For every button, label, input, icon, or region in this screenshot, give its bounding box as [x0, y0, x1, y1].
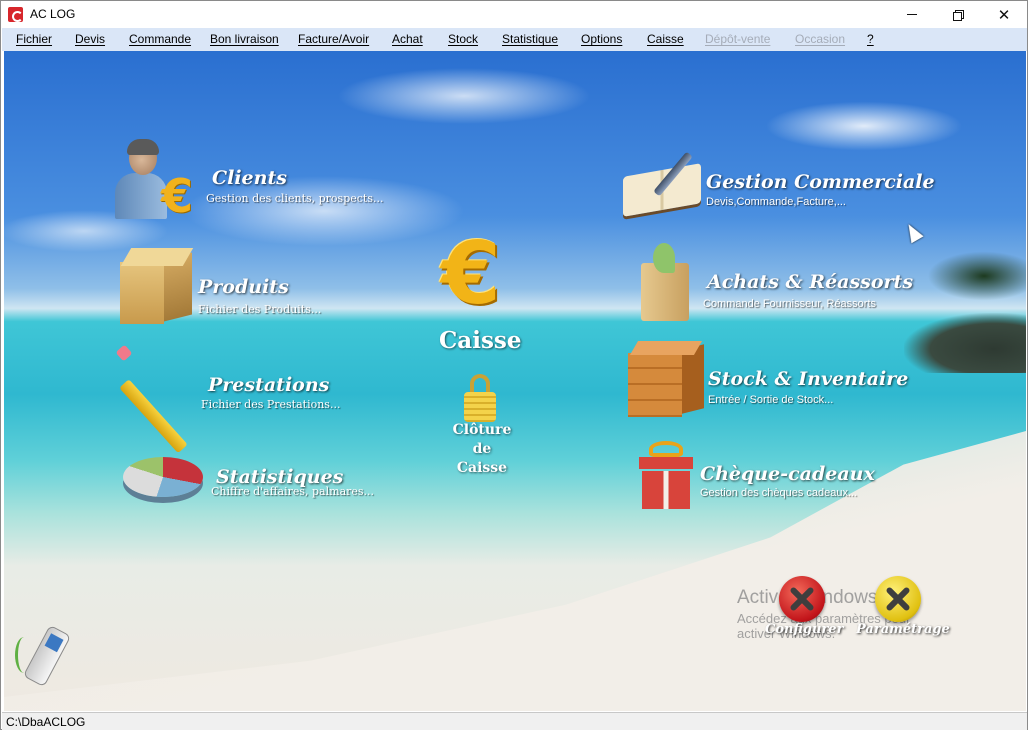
cloture-line-2: Caisse [456, 460, 508, 476]
configurer-label[interactable]: Configurer [765, 622, 843, 637]
configurer-tools-icon[interactable] [779, 576, 825, 622]
app-logo-icon[interactable] [8, 7, 23, 22]
tile-statistiques-subtitle: Chiffre d'affaires, palmares... [211, 485, 375, 498]
euro-icon: € [161, 169, 194, 223]
tile-clients-subtitle: Gestion des clients, prospects... [206, 192, 384, 205]
box-icon[interactable] [120, 248, 194, 326]
tile-clients-title[interactable]: Clients [212, 167, 287, 189]
menu-achat[interactable]: Achat [392, 32, 423, 46]
menu-caisse[interactable]: Caisse [647, 32, 684, 46]
menu-fichier[interactable]: Fichier [16, 32, 52, 46]
shopping-bag-icon[interactable] [641, 243, 691, 323]
window-title: AC LOG [30, 7, 76, 21]
cloture-caisse-label[interactable]: Clôture de Caisse [442, 421, 522, 478]
gift-icon[interactable] [639, 441, 693, 509]
menu-statistique[interactable]: Statistique [502, 32, 558, 46]
book-pen-icon[interactable] [623, 148, 705, 217]
maximize-button[interactable] [935, 1, 981, 28]
phone-icon[interactable] [13, 623, 77, 688]
pie-chart-icon[interactable] [123, 453, 205, 503]
tile-prestations-subtitle: Fichier des Prestations... [201, 398, 341, 411]
pencil-icon[interactable] [115, 344, 204, 454]
tile-gestion-subtitle: Devis,Commande,Facture,... [706, 196, 846, 208]
cloture-line-1: Clôture de [452, 422, 512, 457]
tile-produits-subtitle: Fichier des Produits... [198, 303, 322, 316]
tile-produits-title[interactable]: Produits [198, 276, 289, 298]
menu-commande[interactable]: Commande [129, 32, 191, 46]
menu-devis[interactable]: Devis [75, 32, 105, 46]
menu-facture-avoir[interactable]: Facture/Avoir [298, 32, 369, 46]
menu-bar: Fichier Devis Commande Bon livraison Fac… [2, 28, 1027, 51]
tile-prestations-title[interactable]: Prestations [208, 374, 329, 396]
menu-depot-vente: Dépôt-vente [705, 32, 771, 46]
parametrage-tools-icon[interactable] [875, 576, 921, 622]
minimize-icon [907, 14, 917, 15]
tile-cheques-subtitle: Gestion des chèques cadeaux... [700, 487, 858, 499]
menu-occasion: Occasion [795, 32, 846, 46]
close-icon: ✕ [997, 5, 1011, 24]
caisse-label[interactable]: Caisse [439, 327, 521, 354]
close-button[interactable]: ✕ [981, 1, 1027, 28]
menu-stock[interactable]: Stock [448, 32, 478, 46]
parametrage-label[interactable]: Paramétrage [856, 622, 950, 637]
database-path: C:\DbaACLOG [6, 715, 86, 729]
status-bar: C:\DbaACLOG [2, 712, 1027, 730]
menu-help[interactable]: ? [867, 32, 874, 46]
tile-gestion-title[interactable]: Gestion Commerciale [706, 171, 935, 193]
tile-cheques-title[interactable]: Chèque-cadeaux [700, 463, 875, 485]
rocks-decoration [904, 313, 1026, 373]
caisse-euro-icon[interactable]: € [441, 231, 501, 317]
tile-stock-subtitle: Entrée / Sortie de Stock... [708, 394, 834, 406]
tile-stock-title[interactable]: Stock & Inventaire [708, 368, 908, 390]
tile-achats-subtitle: Commande Fournisseur, Réassorts [703, 298, 877, 310]
app-window: AC LOG ✕ Fichier Devis Commande Bon livr… [0, 0, 1028, 730]
title-bar: AC LOG ✕ [1, 1, 1027, 28]
menu-options[interactable]: Options [581, 32, 622, 46]
padlock-icon[interactable] [464, 374, 496, 422]
crate-icon[interactable] [628, 341, 704, 419]
minimize-button[interactable] [889, 1, 935, 28]
tile-achats-title[interactable]: Achats & Réassorts [707, 271, 913, 293]
restore-icon [953, 9, 964, 21]
menu-bon-livraison[interactable]: Bon livraison [210, 32, 279, 46]
